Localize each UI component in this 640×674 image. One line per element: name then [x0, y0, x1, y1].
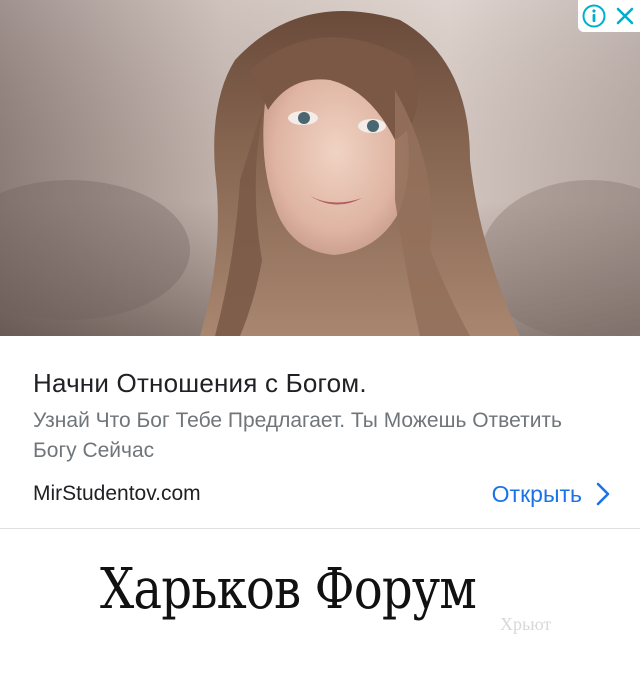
site-logo[interactable]: Харьков Форум Xpьют — [0, 530, 640, 674]
portrait-photo — [0, 0, 640, 336]
divider — [0, 528, 640, 529]
ad-headline[interactable]: Начни Отношения с Богом. — [33, 368, 613, 399]
chevron-right-icon — [596, 482, 610, 506]
close-icon[interactable] — [613, 4, 637, 28]
ad-domain: MirStudentov.com — [33, 482, 201, 505]
ad-image[interactable] — [0, 0, 640, 336]
open-button-label: Открыть — [491, 480, 582, 507]
ad-banner[interactable]: Начни Отношения с Богом. Узнай Что Бог Т… — [0, 0, 640, 528]
ad-description: Узнай Что Бог Тебе Предлагает. Ты Можешь… — [33, 409, 562, 462]
logo-ghost-text: Xpьют — [500, 614, 552, 634]
logo-title: Харьков Форум — [100, 557, 477, 622]
adchoices-bar — [578, 0, 640, 32]
open-button[interactable]: Открыть — [492, 476, 610, 512]
info-icon[interactable] — [582, 4, 606, 28]
